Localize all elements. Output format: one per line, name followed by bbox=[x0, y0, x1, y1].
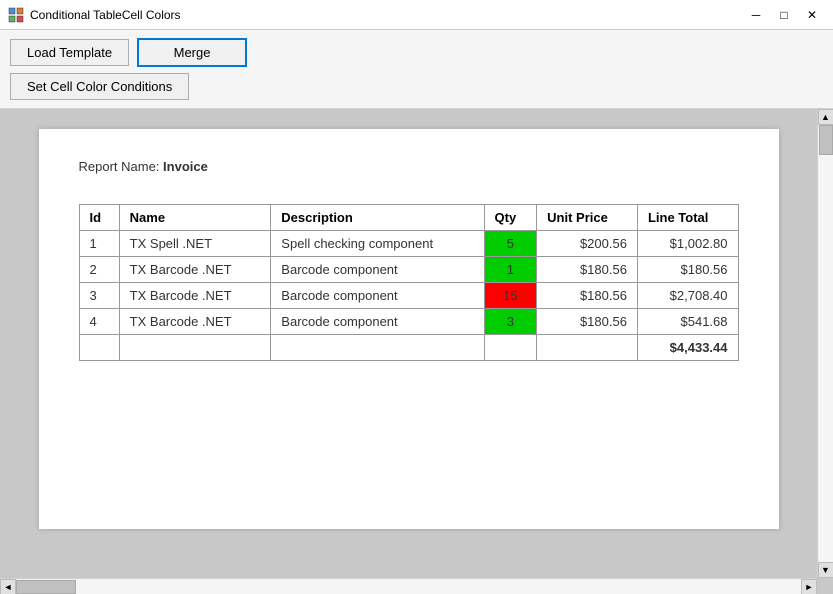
col-header-unit-price: Unit Price bbox=[537, 205, 638, 231]
table-row: 4 TX Barcode .NET Barcode component 3 $1… bbox=[79, 309, 738, 335]
col-header-name: Name bbox=[119, 205, 271, 231]
cell-name: TX Barcode .NET bbox=[119, 257, 271, 283]
scroll-track-right bbox=[819, 125, 833, 562]
table-row: 2 TX Barcode .NET Barcode component 1 $1… bbox=[79, 257, 738, 283]
cell-line-total: $180.56 bbox=[637, 257, 738, 283]
cell-unit-price: $180.56 bbox=[537, 309, 638, 335]
report-page: Report Name: Invoice Id Name Description… bbox=[39, 129, 779, 529]
window-controls: ─ □ ✕ bbox=[743, 5, 825, 25]
total-row: $4,433.44 bbox=[79, 335, 738, 361]
total-empty-3 bbox=[271, 335, 484, 361]
total-empty-2 bbox=[119, 335, 271, 361]
col-header-line-total: Line Total bbox=[637, 205, 738, 231]
table-row: 3 TX Barcode .NET Barcode component 15 $… bbox=[79, 283, 738, 309]
cell-description: Barcode component bbox=[271, 283, 484, 309]
minimize-button[interactable]: ─ bbox=[743, 5, 769, 25]
cell-unit-price: $180.56 bbox=[537, 283, 638, 309]
total-empty-1 bbox=[79, 335, 119, 361]
cell-description: Spell checking component bbox=[271, 231, 484, 257]
cell-id: 4 bbox=[79, 309, 119, 335]
invoice-table: Id Name Description Qty Unit Price Line … bbox=[79, 204, 739, 361]
scroll-right-button[interactable]: ► bbox=[801, 579, 817, 594]
cell-line-total: $541.68 bbox=[637, 309, 738, 335]
col-header-description: Description bbox=[271, 205, 484, 231]
scroll-thumb-right[interactable] bbox=[819, 125, 833, 155]
col-header-id: Id bbox=[79, 205, 119, 231]
cell-line-total: $2,708.40 bbox=[637, 283, 738, 309]
report-name: Report Name: Invoice bbox=[79, 159, 739, 174]
toolbar-row-2: Set Cell Color Conditions bbox=[10, 73, 823, 100]
toolbar: Load Template Merge Set Cell Color Condi… bbox=[0, 30, 833, 109]
total-value: $4,433.44 bbox=[637, 335, 738, 361]
app-icon bbox=[8, 7, 24, 23]
set-conditions-button[interactable]: Set Cell Color Conditions bbox=[10, 73, 189, 100]
total-empty-4 bbox=[484, 335, 537, 361]
scroll-up-button[interactable]: ▲ bbox=[818, 109, 833, 125]
merge-button[interactable]: Merge bbox=[137, 38, 247, 67]
col-header-qty: Qty bbox=[484, 205, 537, 231]
cell-name: TX Barcode .NET bbox=[119, 283, 271, 309]
scroll-track-bottom bbox=[16, 580, 801, 594]
scrollbar-bottom: ◄ ► bbox=[0, 578, 817, 594]
report-name-label: Report Name: bbox=[79, 159, 160, 174]
cell-id: 1 bbox=[79, 231, 119, 257]
close-button[interactable]: ✕ bbox=[799, 5, 825, 25]
scroll-down-button[interactable]: ▼ bbox=[818, 562, 833, 578]
scrollbar-right: ▲ ▼ bbox=[817, 109, 833, 578]
cell-name: TX Spell .NET bbox=[119, 231, 271, 257]
cell-qty: 5 bbox=[484, 231, 537, 257]
cell-unit-price: $200.56 bbox=[537, 231, 638, 257]
cell-id: 3 bbox=[79, 283, 119, 309]
cell-description: Barcode component bbox=[271, 257, 484, 283]
cell-qty: 15 bbox=[484, 283, 537, 309]
load-template-button[interactable]: Load Template bbox=[10, 39, 129, 66]
scroll-left-button[interactable]: ◄ bbox=[0, 579, 16, 594]
cell-line-total: $1,002.80 bbox=[637, 231, 738, 257]
report-area: Report Name: Invoice Id Name Description… bbox=[0, 109, 817, 578]
window-title: Conditional TableCell Colors bbox=[30, 8, 743, 22]
cell-id: 2 bbox=[79, 257, 119, 283]
cell-qty: 3 bbox=[484, 309, 537, 335]
table-header-row: Id Name Description Qty Unit Price Line … bbox=[79, 205, 738, 231]
total-empty-5 bbox=[537, 335, 638, 361]
cell-unit-price: $180.56 bbox=[537, 257, 638, 283]
cell-description: Barcode component bbox=[271, 309, 484, 335]
title-bar: Conditional TableCell Colors ─ □ ✕ bbox=[0, 0, 833, 30]
restore-button[interactable]: □ bbox=[771, 5, 797, 25]
toolbar-row-1: Load Template Merge bbox=[10, 38, 823, 67]
table-row: 1 TX Spell .NET Spell checking component… bbox=[79, 231, 738, 257]
scroll-thumb-bottom[interactable] bbox=[16, 580, 76, 594]
main-area: Report Name: Invoice Id Name Description… bbox=[0, 109, 833, 594]
cell-name: TX Barcode .NET bbox=[119, 309, 271, 335]
cell-qty: 1 bbox=[484, 257, 537, 283]
report-name-value: Invoice bbox=[163, 159, 208, 174]
